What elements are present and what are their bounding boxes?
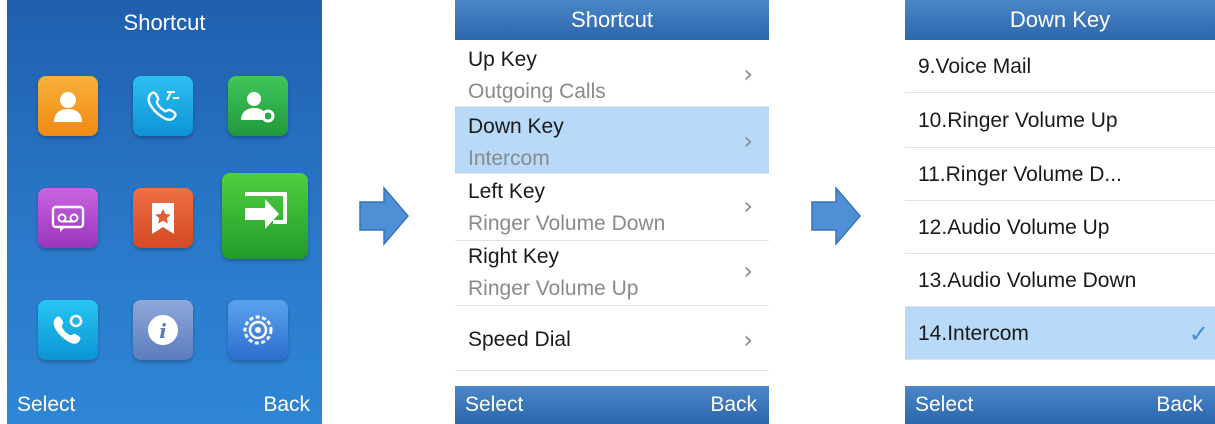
option-label: 9.Voice Mail — [918, 55, 1032, 78]
call-forward-icon[interactable] — [222, 173, 308, 259]
shortcut-list-screen: Shortcut Up Key Outgoing Calls › Down Ke… — [455, 0, 769, 424]
svg-text:i: i — [159, 319, 167, 343]
softkey-bar: Select Back — [7, 386, 322, 424]
option-item[interactable]: 12.Audio Volume Up — [905, 201, 1215, 254]
call-history-icon[interactable] — [133, 76, 193, 136]
menu-item-speed-dial[interactable]: Speed Dial › — [455, 306, 769, 371]
menu-item-down-key[interactable]: Down Key Intercom › — [455, 107, 769, 174]
option-label: 13.Audio Volume Down — [918, 269, 1137, 292]
checkmark-icon: ✓ — [1188, 320, 1209, 348]
call-features-icon[interactable] — [38, 300, 98, 360]
menu-item-left-key[interactable]: Left Key Ringer Volume Down › — [455, 174, 769, 241]
option-item[interactable]: 10.Ringer Volume Up — [905, 93, 1215, 148]
back-softkey[interactable]: Back — [1156, 386, 1203, 424]
softkey-bar: Select Back — [455, 386, 769, 424]
voicemail-icon[interactable] — [38, 188, 98, 248]
menu-item-title: Left Key — [468, 180, 546, 203]
back-softkey[interactable]: Back — [710, 386, 757, 424]
arrow-right-icon — [811, 186, 861, 246]
menu-item-title: Right Key — [468, 245, 560, 268]
menu-item-title: Speed Dial — [468, 328, 571, 351]
option-item[interactable]: 9.Voice Mail — [905, 40, 1215, 93]
chevron-right-icon: › — [743, 127, 753, 155]
chevron-right-icon: › — [743, 257, 753, 285]
page-title: Down Key — [905, 0, 1215, 40]
down-key-options-screen: Down Key 9.Voice Mail 10.Ringer Volume U… — [905, 0, 1215, 424]
back-softkey[interactable]: Back — [263, 386, 310, 424]
softkey-bar: Select Back — [905, 386, 1215, 424]
menu-item-title: Up Key — [468, 48, 537, 71]
select-softkey[interactable]: Select — [465, 386, 523, 424]
menu-item-value: Ringer Volume Down — [468, 212, 666, 235]
option-label: 14.Intercom — [918, 322, 1029, 345]
menu-item-value: Intercom — [468, 147, 550, 170]
shortcut-icon-screen: Shortcut i Select Back — [7, 0, 322, 424]
option-label: 11.Ringer Volume D... — [918, 163, 1122, 186]
menu-item-value: Outgoing Calls — [468, 80, 606, 103]
settings-icon[interactable] — [228, 300, 288, 360]
chevron-right-icon: › — [743, 326, 753, 354]
page-title: Shortcut — [123, 10, 206, 35]
select-softkey[interactable]: Select — [915, 386, 973, 424]
option-item[interactable]: 13.Audio Volume Down — [905, 254, 1215, 307]
menu-item-up-key[interactable]: Up Key Outgoing Calls › — [455, 40, 769, 107]
chevron-right-icon: › — [743, 192, 753, 220]
option-item-selected[interactable]: 14.Intercom ✓ — [905, 307, 1215, 360]
menu-item-value: Ringer Volume Up — [468, 277, 639, 300]
select-softkey[interactable]: Select — [17, 386, 75, 424]
menu-item-title: Down Key — [468, 115, 564, 138]
account-settings-icon[interactable] — [228, 76, 288, 136]
page-title: Shortcut — [455, 0, 769, 40]
favorites-icon[interactable] — [133, 188, 193, 248]
option-label: 10.Ringer Volume Up — [918, 109, 1118, 132]
menu-item-right-key[interactable]: Right Key Ringer Volume Up › — [455, 241, 769, 306]
status-info-icon[interactable]: i — [133, 300, 193, 360]
option-label: 12.Audio Volume Up — [918, 216, 1110, 239]
chevron-right-icon: › — [743, 60, 753, 88]
contacts-icon[interactable] — [38, 76, 98, 136]
arrow-right-icon — [359, 186, 409, 246]
option-item[interactable]: 11.Ringer Volume D... — [905, 148, 1215, 201]
